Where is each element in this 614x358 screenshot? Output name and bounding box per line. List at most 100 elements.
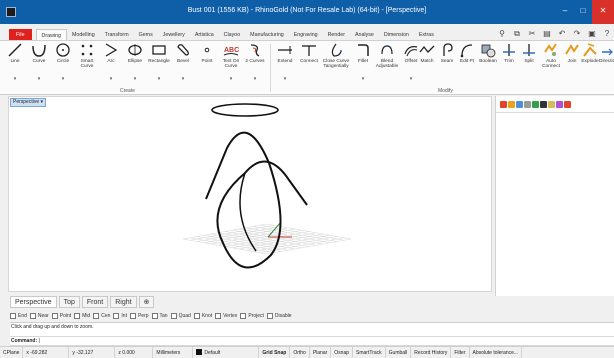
checkbox-icon[interactable] xyxy=(266,313,273,319)
checkbox-icon[interactable] xyxy=(151,313,158,319)
join-tool[interactable]: Join xyxy=(563,42,581,84)
tab-top[interactable]: Top xyxy=(58,296,80,308)
osnap-int[interactable]: Int xyxy=(113,313,127,319)
fillet-tool[interactable]: Fillet ▾ xyxy=(351,42,375,84)
tab-right[interactable]: Right xyxy=(110,296,137,308)
toggle-osnap[interactable]: Osnap xyxy=(331,346,354,358)
bevel-tool[interactable]: Bevel ▾ xyxy=(171,42,195,84)
curve-tool[interactable]: Curve ▾ xyxy=(27,42,51,84)
chevron-down-icon[interactable]: ▾ xyxy=(273,76,297,82)
explode-tool[interactable]: Explode xyxy=(581,42,599,84)
toggle-gumball[interactable]: Gumball xyxy=(386,346,412,358)
units-readout[interactable]: Millimeters xyxy=(153,346,194,358)
toggle-ortho[interactable]: Ortho xyxy=(290,346,310,358)
minimize-button[interactable]: – xyxy=(556,0,574,24)
match-tool[interactable]: Match xyxy=(417,42,437,84)
osnap-tan[interactable]: Tan xyxy=(151,313,168,319)
osnap-mid[interactable]: Mid xyxy=(74,313,90,319)
arc-tool[interactable]: Arc ▾ xyxy=(99,42,123,84)
chevron-down-icon[interactable]: ▾ xyxy=(51,76,75,82)
cut-icon[interactable]: ✂ xyxy=(527,29,537,38)
edit-pt-tool[interactable]: Edit Pt xyxy=(457,42,477,84)
layers-tab-icon[interactable] xyxy=(508,101,515,108)
seam-tool[interactable]: Seam xyxy=(437,42,457,84)
pin-icon[interactable]: ⚲ xyxy=(497,29,507,38)
osnap-perp[interactable]: Perp xyxy=(129,313,149,319)
notes-tab-icon[interactable] xyxy=(548,101,555,108)
osnap-end[interactable]: End xyxy=(10,313,27,319)
save-icon[interactable]: ▣ xyxy=(587,29,597,38)
auto-connect-tool[interactable]: Auto Connect xyxy=(539,42,563,84)
checkbox-icon[interactable] xyxy=(51,313,58,319)
viewport-canvas[interactable] xyxy=(9,97,493,293)
checkbox-icon[interactable] xyxy=(129,313,136,319)
point-tool[interactable]: Point xyxy=(195,42,219,84)
paste-icon[interactable]: ▤ xyxy=(542,29,552,38)
checkbox-icon[interactable] xyxy=(240,313,247,319)
chevron-down-icon[interactable]: ▾ xyxy=(243,76,267,82)
chevron-down-icon[interactable]: ▾ xyxy=(123,76,147,82)
copy-icon[interactable]: ⧉ xyxy=(512,29,522,38)
checkbox-icon[interactable] xyxy=(170,313,177,319)
osnap-vertex[interactable]: Vertex xyxy=(215,313,237,319)
command-input[interactable]: | xyxy=(39,338,40,344)
osnap-project[interactable]: Project xyxy=(240,313,264,319)
connect-tool[interactable]: Connect xyxy=(297,42,321,84)
text-on-curve-tool[interactable]: ABC Text On Curve ▾ xyxy=(219,42,243,84)
chevron-down-icon[interactable]: ▾ xyxy=(147,76,171,82)
chevron-down-icon[interactable]: ▾ xyxy=(3,76,27,82)
checkbox-icon[interactable] xyxy=(29,313,36,319)
ellipse-tool[interactable]: Ellipse ▾ xyxy=(123,42,147,84)
toggle-grid-snap[interactable]: Grid Snap xyxy=(259,346,291,358)
tab-front[interactable]: Front xyxy=(81,296,109,308)
lights-tab-icon[interactable] xyxy=(564,101,571,108)
osnap-quad[interactable]: Quad xyxy=(170,313,191,319)
materials-tab-icon[interactable] xyxy=(532,101,539,108)
properties-tab-icon[interactable] xyxy=(500,101,507,108)
tab-perspective[interactable]: Perspective xyxy=(10,296,57,308)
trim-tool[interactable]: Trim xyxy=(499,42,519,84)
osnap-disable[interactable]: Disable xyxy=(266,313,292,319)
smart-curve-tool[interactable]: Smart Curve xyxy=(75,42,99,84)
add-viewport-icon[interactable]: ⊕ xyxy=(138,296,155,308)
chevron-down-icon[interactable]: ▾ xyxy=(219,76,243,82)
render-tab-icon[interactable] xyxy=(556,101,563,108)
line-tool[interactable]: Line ▾ xyxy=(3,42,27,84)
cplane-readout[interactable]: CPlane xyxy=(0,346,24,358)
current-layer[interactable]: Default xyxy=(193,346,260,358)
two-curves-tool[interactable]: 2 Curves ▾ xyxy=(243,42,267,84)
checkbox-icon[interactable] xyxy=(215,313,222,319)
blend-adjustable-tool[interactable]: Blend Adjustable xyxy=(375,42,399,84)
split-tool[interactable]: Split xyxy=(519,42,539,84)
toggle-record-history[interactable]: Record History xyxy=(411,346,452,358)
close-curve-tool[interactable]: Close Curve Tangentially xyxy=(321,42,351,84)
toggle-smarttrack[interactable]: SmartTrack xyxy=(353,346,386,358)
help-icon[interactable]: ? xyxy=(602,29,612,38)
chevron-down-icon[interactable]: ▾ xyxy=(27,76,51,82)
viewport-title-menu[interactable]: Perspective ▾ xyxy=(10,98,47,107)
chevron-down-icon[interactable]: ▾ xyxy=(351,76,375,82)
osnap-near[interactable]: Near xyxy=(29,313,49,319)
extend-tool[interactable]: Extend ▾ xyxy=(273,42,297,84)
checkbox-icon[interactable] xyxy=(10,313,16,319)
boolean-tool[interactable]: Boolean xyxy=(477,42,499,84)
close-button[interactable]: ✕ xyxy=(592,0,614,24)
toggle-planar[interactable]: Planar xyxy=(310,346,332,358)
maximize-button[interactable]: □ xyxy=(574,0,592,24)
checkbox-icon[interactable] xyxy=(74,313,81,319)
command-line[interactable]: Command: | xyxy=(10,336,614,346)
redo-icon[interactable]: ↷ xyxy=(572,29,582,38)
libraries-tab-icon[interactable] xyxy=(540,101,547,108)
chevron-down-icon[interactable]: ▾ xyxy=(171,76,195,82)
display-tab-icon[interactable] xyxy=(516,101,523,108)
checkbox-icon[interactable] xyxy=(193,313,200,319)
rectangle-tool[interactable]: Rectangle ▾ xyxy=(147,42,171,84)
toggle-filter[interactable]: Filter xyxy=(451,346,470,358)
osnap-cen[interactable]: Cen xyxy=(93,313,110,319)
osnap-knot[interactable]: Knot xyxy=(193,313,212,319)
direction-tool[interactable]: Direction xyxy=(599,42,614,84)
undo-icon[interactable]: ↶ xyxy=(557,29,567,38)
checkbox-icon[interactable] xyxy=(113,313,120,319)
help-tab-icon[interactable] xyxy=(524,101,531,108)
osnap-point[interactable]: Point xyxy=(51,313,71,319)
